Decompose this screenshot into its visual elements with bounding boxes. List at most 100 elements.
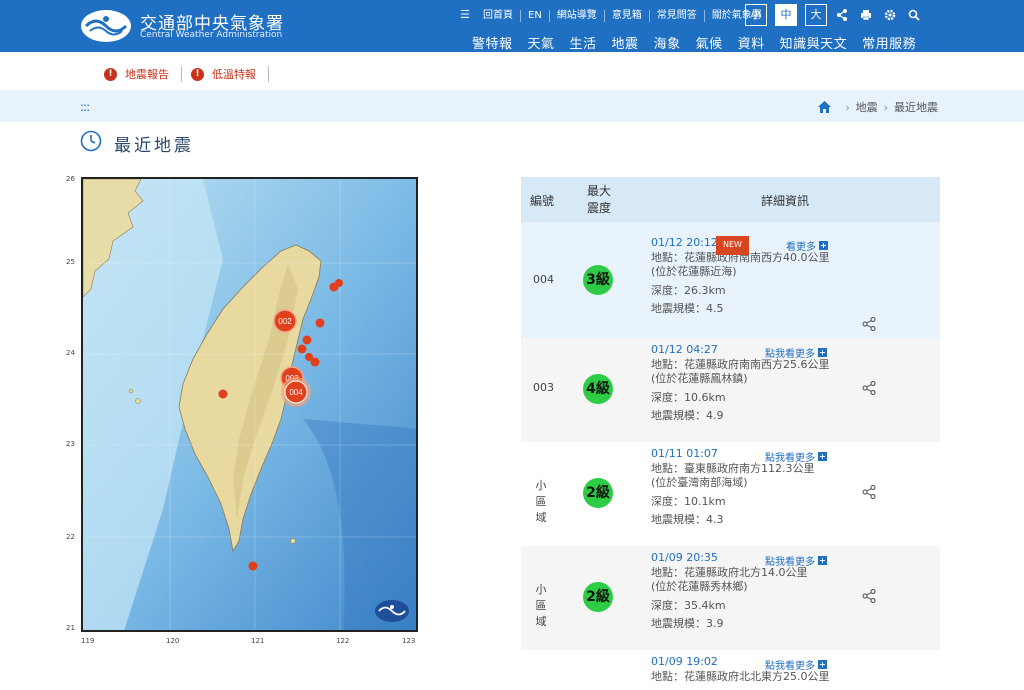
link-feedback[interactable]: 意見箱 [603, 10, 649, 22]
quake-location-note: (位於花蓮縣近海) [651, 265, 737, 278]
table-header: 編號 最大震度 詳細資訊 [521, 177, 940, 222]
accesskey-dots-icon[interactable]: ::: [80, 100, 90, 114]
quake-id: 小區 域 [532, 582, 550, 630]
share-icon[interactable] [861, 380, 877, 396]
main-nav: 警特報 天氣 生活 地震 海象 氣候 資料 知識與天文 常用服務 [472, 33, 931, 52]
intensity-badge: 3級 [583, 265, 613, 295]
divider [268, 66, 269, 82]
intensity-badge: 2級 [583, 582, 613, 612]
breadcrumb: › 地震 › 最近地震 [818, 99, 938, 115]
quake-magnitude: 地震規模：3.9 [651, 617, 724, 630]
print-icon[interactable] [860, 8, 872, 22]
clock-icon [80, 130, 102, 152]
header-max-intensity: 最大震度 [587, 184, 612, 215]
chevron-right-icon: › [883, 100, 888, 114]
quake-id-line: 小區 [535, 479, 547, 508]
share-icon[interactable] [861, 588, 877, 604]
site-header: 交通部中央氣象署 Central Weather Administration … [0, 0, 1024, 52]
see-more-link[interactable]: 點我看更多 + [765, 553, 827, 568]
link-sitemap[interactable]: 網站導覽 [548, 10, 604, 22]
table-row[interactable]: 004 3級 01/12 20:12 地點：花蓮縣政府南南西方40.0公里 (位… [521, 222, 940, 338]
quake-magnitude: 地震規模：4.3 [651, 513, 724, 526]
lat-label: 23 [66, 440, 75, 448]
font-size-large-button[interactable]: 大 [805, 4, 827, 26]
table-row[interactable]: 小區 域 2級 01/11 01:07 地點：臺東縣政府南方112.3公里 (位… [521, 442, 940, 546]
plus-icon: + [818, 660, 827, 669]
lat-label: 25 [66, 258, 75, 266]
quake-depth: 深度：26.3km [651, 283, 726, 297]
share-icon[interactable] [836, 8, 848, 22]
svg-text:004: 004 [289, 388, 303, 397]
lon-label: 119 [81, 637, 95, 645]
nav-warnings[interactable]: 警特報 [472, 33, 513, 52]
nav-weather[interactable]: 天氣 [528, 33, 555, 52]
nav-knowledge[interactable]: 知識與天文 [780, 33, 848, 52]
link-english[interactable]: EN [520, 10, 549, 22]
alert-icon: ! [104, 67, 117, 81]
new-badge: NEW [716, 236, 749, 255]
lon-label: 121 [251, 637, 265, 645]
table-row[interactable]: 01/09 19:02 地點：花蓮縣政府北北東方25.0公里 點我看更多 + [521, 650, 940, 690]
lon-label: 120 [166, 637, 180, 645]
quake-location-note: (位於花蓮縣秀林鄉) [651, 580, 748, 593]
chevron-right-icon: › [845, 100, 850, 114]
link-faq[interactable]: 常見問答 [648, 10, 704, 22]
see-more-label: 點我看更多 [765, 557, 815, 568]
home-icon[interactable] [818, 101, 832, 113]
cwa-logo[interactable] [80, 9, 132, 43]
page-title: 最近地震 [114, 136, 194, 156]
quake-id-line: 小區 [535, 583, 547, 612]
quake-marker-004[interactable]: 004 [281, 377, 311, 407]
nav-data[interactable]: 資料 [738, 33, 765, 52]
nav-marine[interactable]: 海象 [654, 33, 681, 52]
share-icon[interactable] [861, 484, 877, 500]
intensity-badge: 4級 [583, 374, 613, 404]
lat-label: 24 [66, 349, 75, 357]
alert-earthquake-report[interactable]: ! 地震報告 [104, 66, 169, 82]
plus-icon: + [818, 556, 827, 565]
table-row[interactable]: 003 4級 01/12 04:27 地點：花蓮縣政府南南西方25.6公里 (位… [521, 338, 940, 442]
table-row[interactable]: 小區 域 2級 01/09 20:35 地點：花蓮縣政府北方14.0公里 (位於… [521, 546, 940, 650]
see-more-link[interactable]: 點我看更多 + [765, 657, 827, 672]
quake-location-note: (位於臺灣南部海域) [651, 476, 748, 489]
lat-label: 26 [66, 175, 75, 183]
site-subtitle: Central Weather Administration [140, 30, 283, 40]
see-more-link[interactable]: 點我看更多 + [765, 449, 827, 464]
nav-services[interactable]: 常用服務 [862, 33, 916, 52]
alert-low-temperature[interactable]: ! 低溫特報 [191, 66, 256, 82]
top-links: 回首頁 EN 網站導覽 意見箱 常見問答 關於氣象署 [476, 7, 769, 25]
quake-marker-002[interactable]: 002 [273, 309, 297, 333]
see-more-link[interactable]: 點我看更多 + [765, 345, 827, 360]
nav-climate[interactable]: 氣候 [696, 33, 723, 52]
search-icon[interactable] [908, 8, 920, 22]
earthquake-table: 編號 最大震度 詳細資訊 004 3級 01/12 20:12 地點：花蓮縣政府… [521, 177, 940, 690]
see-more-link[interactable]: 看更多 + [786, 238, 828, 253]
alert-icon: ! [191, 67, 204, 81]
map-canvas: 002 003 004 [83, 179, 416, 630]
gear-icon[interactable] [884, 8, 896, 22]
font-size-small-button[interactable]: 小 [745, 4, 767, 26]
nav-earthquake[interactable]: 地震 [612, 33, 639, 52]
quake-depth: 深度：10.6km [651, 390, 726, 404]
nav-life[interactable]: 生活 [570, 33, 597, 52]
font-size-medium-button[interactable]: 中 [775, 4, 797, 26]
quake-id: 003 [533, 381, 554, 394]
breadcrumb-current: 最近地震 [894, 101, 938, 114]
plus-icon: + [818, 452, 827, 461]
lat-label: 21 [66, 624, 75, 632]
breadcrumb-earthquake[interactable]: 地震 [856, 99, 878, 115]
header-details: 詳細資訊 [761, 194, 810, 208]
quake-id-line: 域 [535, 615, 547, 628]
link-home[interactable]: 回首頁 [476, 10, 520, 22]
divider [181, 66, 182, 82]
share-icon[interactable] [861, 316, 877, 332]
quake-id: 小區 域 [532, 478, 550, 526]
lon-label: 123 [402, 637, 416, 645]
sitemap-menu-icon[interactable]: ☰ [460, 8, 474, 22]
quake-id-line: 域 [535, 511, 547, 524]
plus-icon: + [819, 241, 828, 250]
plus-icon: + [818, 348, 827, 357]
map-frame[interactable]: 002 003 004 [81, 177, 418, 632]
alert-label: 地震報告 [125, 68, 169, 81]
breadcrumb-bar: ::: › 地震 › 最近地震 [0, 90, 1024, 122]
